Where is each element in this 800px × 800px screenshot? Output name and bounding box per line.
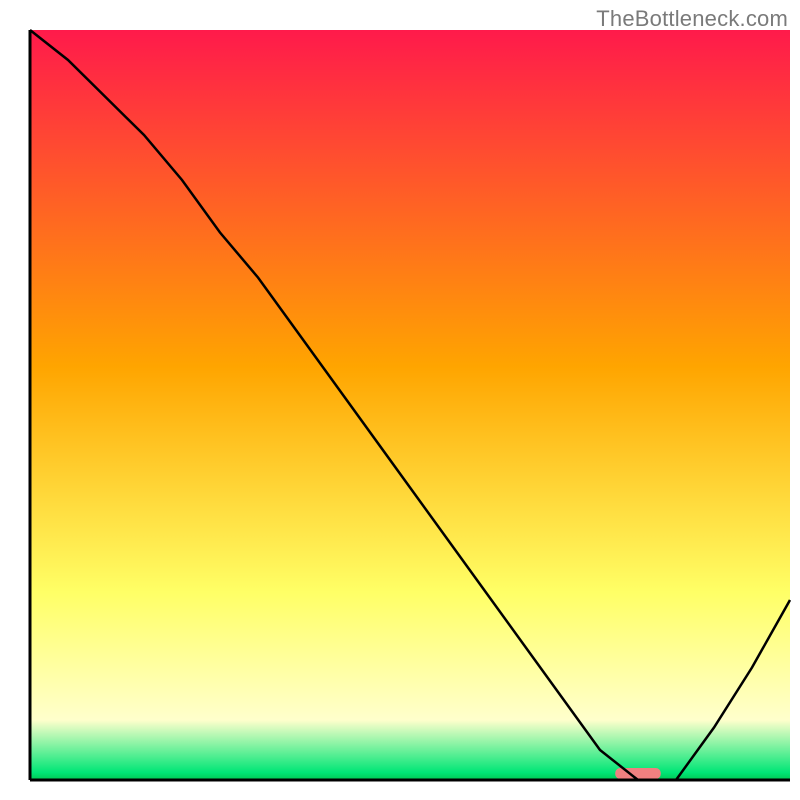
- chart-canvas: [0, 0, 800, 800]
- bottleneck-chart: TheBottleneck.com: [0, 0, 800, 800]
- watermark-label: TheBottleneck.com: [596, 6, 788, 32]
- optimal-marker: [615, 768, 661, 779]
- plot-background: [30, 30, 790, 780]
